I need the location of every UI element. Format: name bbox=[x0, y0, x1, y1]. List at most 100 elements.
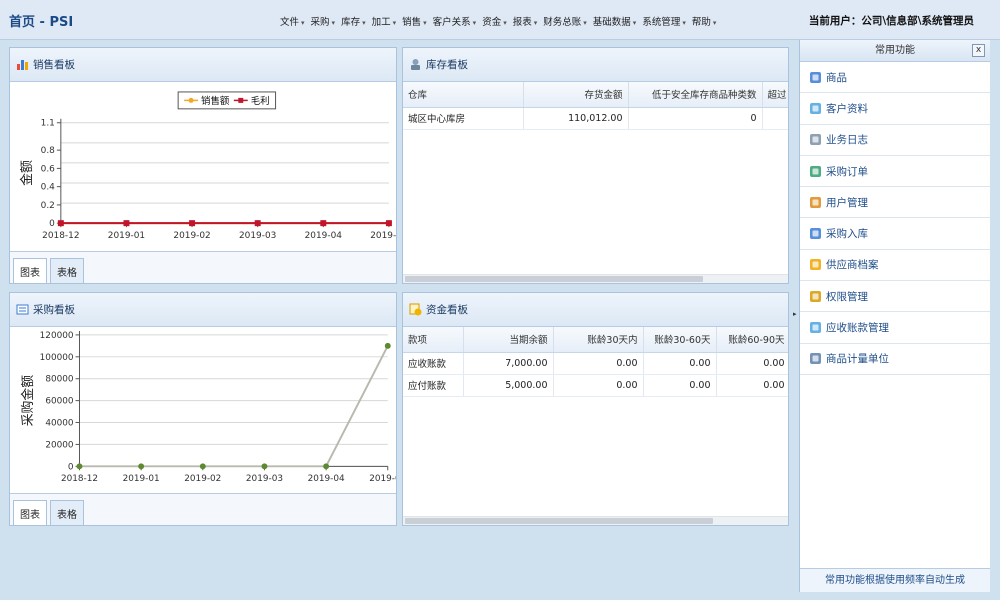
funds-panel: 资金看板 款项 当期余额 账龄30天内 账龄30-60天 账龄60-90天 应收账款 7,… bbox=[402, 292, 789, 526]
x-tick-label: 2019-05 bbox=[370, 231, 396, 241]
menu-item[interactable]: 加工 ▾ bbox=[372, 14, 397, 28]
x-tick-label: 2019-03 bbox=[246, 474, 283, 484]
sidebar-list: 商品 客户资料 业务日志 采购订单 用户管理采购入库供应商档案权限管理应收账款管理 商品计… bbox=[800, 62, 990, 375]
sidebar-item-label: 商品计量单位 bbox=[826, 353, 889, 366]
y-tick-label: 20000 bbox=[45, 440, 74, 450]
sidebar-title: 常用功能 bbox=[875, 45, 915, 56]
table-cell: 0.00 bbox=[716, 374, 788, 397]
sidebar-item-label: 采购入库 bbox=[826, 228, 868, 241]
sidebar-item[interactable]: 采购订单 bbox=[800, 156, 990, 188]
column-header[interactable]: 存货金额 bbox=[523, 82, 629, 108]
x-tick-label: 2019-03 bbox=[239, 231, 276, 241]
data-point bbox=[189, 220, 196, 227]
sales-tab-chart[interactable]: 图表 bbox=[13, 258, 47, 283]
data-point bbox=[261, 463, 268, 470]
sidebar-item[interactable]: 客户资料 bbox=[800, 93, 990, 125]
sales-tab-table[interactable]: 表格 bbox=[50, 258, 84, 283]
menu-item[interactable]: 库存 ▾ bbox=[341, 14, 366, 28]
table-row[interactable]: 应付账款 5,000.00 0.00 0.00 0.00 bbox=[403, 374, 788, 397]
column-header[interactable]: 款项 bbox=[403, 327, 464, 353]
menu-item[interactable]: 报表 ▾ bbox=[513, 14, 538, 28]
column-header[interactable]: 账龄30天内 bbox=[553, 327, 644, 353]
chevron-down-icon: ▾ bbox=[301, 19, 305, 27]
sidebar-item-label: 应收账款管理 bbox=[826, 322, 889, 335]
menu-item[interactable]: 销售 ▾ bbox=[402, 14, 427, 28]
table-row[interactable]: 应收账款 7,000.00 0.00 0.00 0.00 bbox=[403, 352, 788, 375]
legend-label: 毛利 bbox=[251, 95, 270, 107]
data-point bbox=[254, 220, 261, 227]
legend-label: 销售额 bbox=[201, 95, 230, 107]
close-icon[interactable]: x bbox=[972, 44, 985, 57]
purchase-panel-header: 采购看板 bbox=[10, 293, 396, 327]
menu-item[interactable]: 财务总账 ▾ bbox=[543, 14, 587, 28]
bottom-strip bbox=[0, 592, 1000, 600]
table-cell: 0.00 bbox=[553, 374, 644, 397]
x-tick-label: 2019-02 bbox=[173, 231, 210, 241]
sidebar-item[interactable]: 用户管理 bbox=[800, 187, 990, 219]
sidebar-item[interactable]: 采购入库 bbox=[800, 218, 990, 250]
purchase-tab-chart[interactable]: 图表 bbox=[13, 500, 47, 525]
sidebar-item[interactable]: 商品 bbox=[800, 62, 990, 94]
top-bar: 首页 - PSI 文件 ▾ 采购 ▾ 库存 ▾ 加工 ▾ 销售 ▾ 客户关系 ▾ 资金 ▾ 报表 ▾ 财务总账 ▾… bbox=[0, 0, 1000, 40]
sidebar-item[interactable]: 业务日志 bbox=[800, 125, 990, 156]
user-management-icon bbox=[809, 196, 822, 209]
data-point bbox=[138, 463, 145, 470]
column-header[interactable]: 账龄30-60天 bbox=[643, 327, 717, 353]
x-tick-label: 2019-04 bbox=[308, 474, 345, 484]
column-header[interactable]: 低于安全库存商品种类数 bbox=[628, 82, 763, 108]
table-cell: 0 bbox=[628, 107, 763, 130]
inventory-table: 仓库 存货金额 低于安全库存商品种类数 超过 城区中心库房 110,012.00 0 bbox=[403, 82, 788, 130]
table-cell bbox=[762, 107, 788, 130]
table-cell: 110,012.00 bbox=[523, 107, 629, 130]
log-icon bbox=[809, 133, 822, 146]
purchase-tab-table[interactable]: 表格 bbox=[50, 500, 84, 525]
sidebar-header: 常用功能 x bbox=[800, 40, 990, 62]
x-tick-label: 2019-01 bbox=[123, 474, 160, 484]
goods-icon bbox=[809, 71, 822, 84]
menu-item[interactable]: 基础数据 ▾ bbox=[593, 14, 637, 28]
purchase-inbound-icon bbox=[809, 227, 822, 240]
column-header[interactable]: 账龄60-90天 bbox=[716, 327, 788, 353]
y-tick-label: 0.4 bbox=[41, 183, 56, 193]
scrollbar-thumb[interactable] bbox=[405, 518, 713, 524]
inventory-panel-title: 库存看板 bbox=[426, 59, 468, 71]
sidebar-item[interactable]: 应收账款管理 bbox=[800, 312, 990, 344]
y-tick-label: 0.8 bbox=[41, 146, 56, 156]
sidebar-item-label: 权限管理 bbox=[826, 290, 868, 303]
sales-panel-title: 销售看板 bbox=[33, 59, 75, 71]
menu-item[interactable]: 客户关系 ▾ bbox=[433, 14, 477, 28]
scrollbar-thumb[interactable] bbox=[405, 276, 703, 282]
data-point bbox=[57, 220, 64, 227]
sidebar-item[interactable]: 供应商档案 bbox=[800, 250, 990, 282]
y-tick-label: 120000 bbox=[40, 331, 74, 341]
funds-panel-title: 资金看板 bbox=[426, 304, 468, 316]
series-line bbox=[79, 345, 389, 468]
table-cell: 5,000.00 bbox=[463, 374, 554, 397]
menu-item[interactable]: 系统管理 ▾ bbox=[642, 14, 686, 28]
sales-chart-svg: 0 0.2 0.4 0.6 0.8 1.1 2018-12 2019-01 2019-02 201… bbox=[19, 91, 396, 241]
frequent-functions-sidebar: 常用功能 x 商品 客户资料 业务日志 采购订单 用户管理采购入库供应商档案权限管理应收… bbox=[799, 40, 990, 592]
y-tick-label: 100000 bbox=[40, 353, 74, 363]
sidebar-item[interactable]: 权限管理 bbox=[800, 281, 990, 313]
y-tick-label: 60000 bbox=[45, 397, 74, 407]
menu-item[interactable]: 帮助 ▾ bbox=[692, 14, 717, 28]
menu-item[interactable]: 采购 ▾ bbox=[311, 14, 336, 28]
column-header[interactable]: 仓库 bbox=[403, 82, 524, 108]
document-icon bbox=[16, 303, 29, 316]
chevron-down-icon: ▾ bbox=[392, 19, 397, 27]
purchase-order-icon bbox=[809, 165, 822, 178]
inventory-panel-header: 库存看板 bbox=[403, 48, 788, 82]
menu-item[interactable]: 资金 ▾ bbox=[482, 14, 507, 28]
y-tick-label: 1.1 bbox=[41, 119, 55, 129]
table-cell: 0.00 bbox=[643, 374, 717, 397]
money-icon bbox=[409, 303, 422, 316]
inventory-horizontal-scrollbar[interactable] bbox=[403, 274, 788, 283]
column-header[interactable]: 当期余额 bbox=[463, 327, 554, 353]
column-header[interactable]: 超过 bbox=[762, 82, 788, 108]
menu-item[interactable]: 文件 ▾ bbox=[280, 14, 305, 28]
purchase-panel-title: 采购看板 bbox=[33, 304, 75, 316]
sidebar-item[interactable]: 商品计量单位 bbox=[800, 344, 990, 375]
funds-horizontal-scrollbar[interactable] bbox=[403, 516, 788, 525]
table-row[interactable]: 城区中心库房 110,012.00 0 bbox=[403, 107, 788, 130]
purchase-panel: 采购看板 0 20000 40000 60000 80000 100000 120000 20… bbox=[9, 292, 397, 526]
